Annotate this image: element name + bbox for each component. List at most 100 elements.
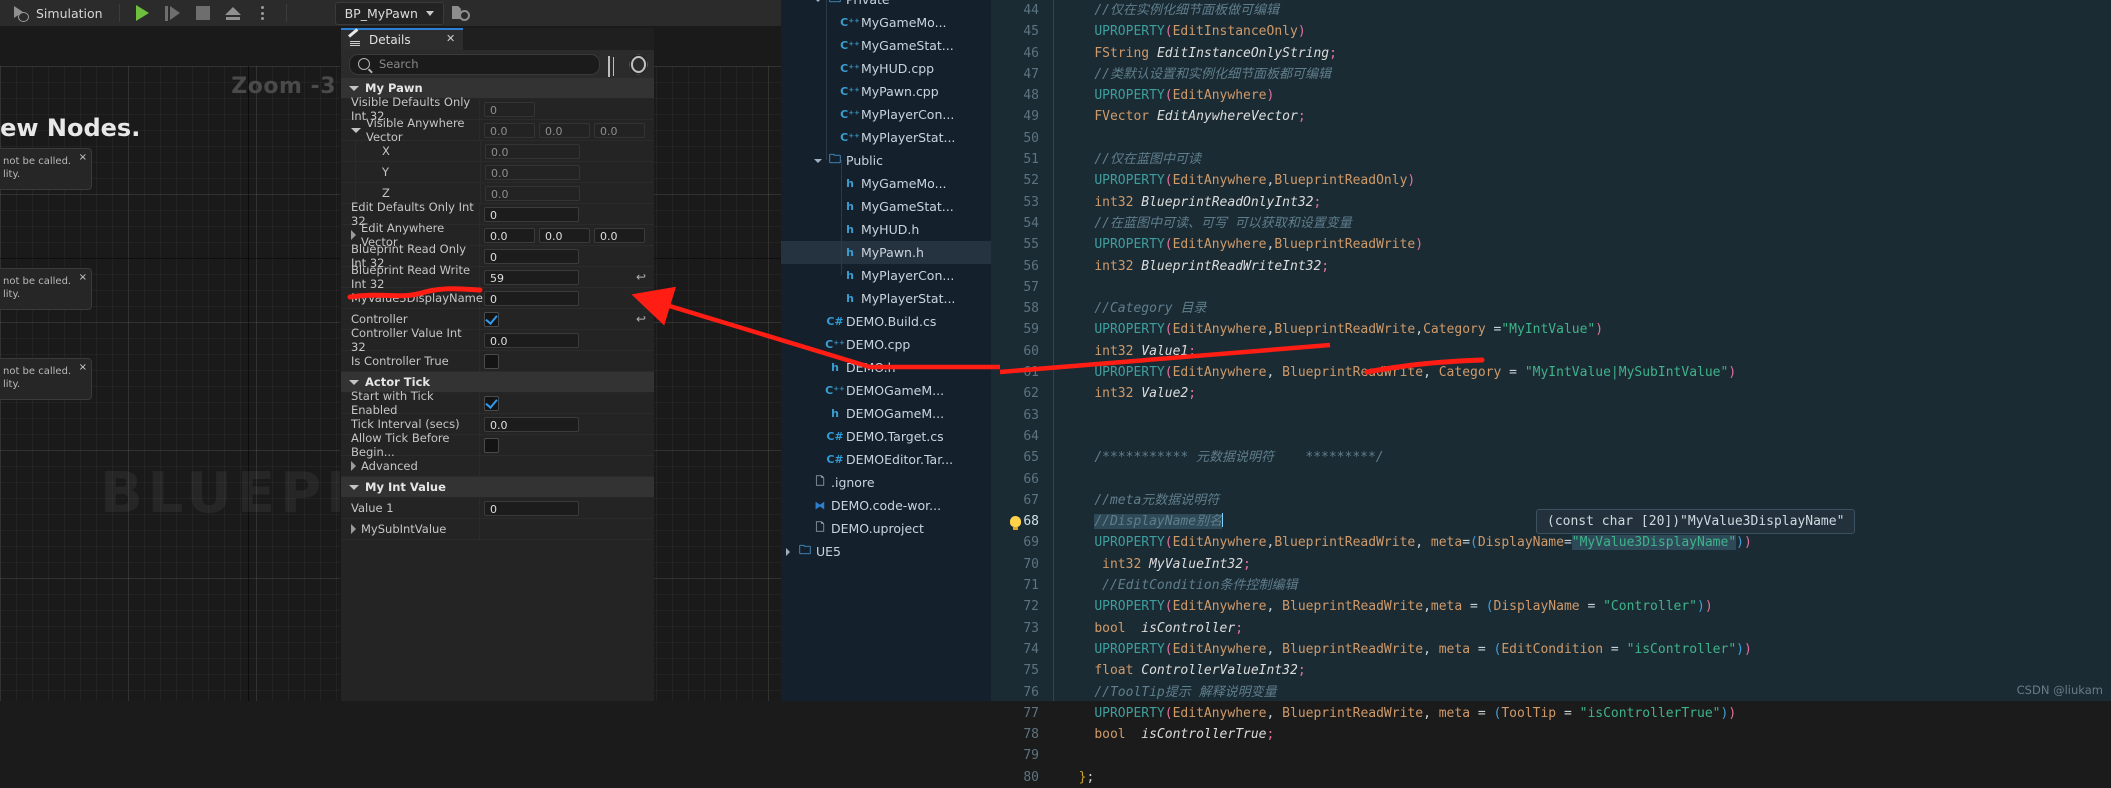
graph-comment-node[interactable]: × not be called. lity. [0,148,92,190]
code-line[interactable] [1063,745,2111,766]
property-row[interactable]: MyValue3DisplayName 0 [341,288,654,309]
vector-component-input[interactable]: 0.0 [539,227,590,243]
details-category-header[interactable]: My Int Value [341,477,654,498]
chevron-right-icon[interactable] [781,547,794,556]
file-tree-item[interactable]: h MyHUD.h [781,218,991,241]
code-line[interactable] [1063,426,2111,447]
code-line[interactable]: FString EditInstanceOnlyString; [1063,43,2111,64]
close-icon[interactable]: × [79,271,87,284]
code-line[interactable]: UPROPERTY(EditAnywhere) [1063,85,2111,106]
chevron-right-icon[interactable] [351,524,356,534]
file-tree-item[interactable]: h DEMO.h [781,356,991,379]
property-row[interactable]: Is Controller True [341,351,654,372]
search-input[interactable] [377,56,591,72]
code-content[interactable]: //仅在实例化细节面板做可编辑 UPROPERTY(EditInstanceOn… [1063,0,2111,785]
property-value-cell[interactable]: 0 [480,248,654,264]
property-value-cell[interactable] [480,437,654,453]
code-line[interactable]: UPROPERTY(EditAnywhere, BlueprintReadWri… [1063,596,2111,617]
file-tree-item[interactable]: h MyPawn.h [781,241,991,264]
stop-button[interactable] [188,2,218,24]
file-tree-item[interactable]: C⁺⁺ MyPlayerCon... [781,103,991,126]
vector-component-input[interactable]: 0.0 [484,122,535,138]
property-value-cell[interactable] [480,353,654,369]
file-tree-item[interactable]: ⧓ DEMO.code-wor... [781,494,991,517]
file-tree-item[interactable]: h MyPlayerCon... [781,264,991,287]
code-line[interactable]: int32 Value1; [1063,341,2111,362]
vector-component-input[interactable]: 0.0 [594,122,645,138]
file-tree-item[interactable]: C⁺⁺ MyHUD.cpp [781,57,991,80]
vector-component-input[interactable]: 0.0 [484,227,535,243]
code-line[interactable]: int32 BlueprintReadWriteInt32; [1063,256,2111,277]
reset-to-default-icon[interactable]: ↩ [636,312,650,326]
number-input[interactable]: 0 [484,248,579,264]
property-row[interactable]: Visible Anywhere Vector 0.0 0.0 0.0 [341,116,654,144]
file-tree-item[interactable]: h MyGameMo... [781,172,991,195]
column-layout-icon[interactable] [608,56,623,77]
number-input[interactable]: 0 [484,290,579,306]
file-tree-item[interactable]: C⁺⁺ DEMOGameM... [781,379,991,402]
property-row[interactable]: Y 0.0 [341,162,654,183]
code-line[interactable]: //ToolTip提示 解释说明变量 [1063,682,2111,703]
code-line[interactable]: //仅在蓝图中可读 [1063,149,2111,170]
property-row[interactable]: Value 1 0 [341,498,654,519]
file-tree-item[interactable]: 🗀 Public [781,149,991,172]
search-box[interactable] [349,53,600,75]
property-value-cell[interactable]: 0 [480,206,654,222]
property-value-cell[interactable] [480,395,654,411]
file-tree-item[interactable]: C# DEMO.Target.cs [781,425,991,448]
file-tree-item[interactable]: C⁺⁺ MyPawn.cpp [781,80,991,103]
property-row[interactable]: X 0.0 [341,141,654,162]
chevron-down-icon[interactable] [351,127,361,133]
number-input[interactable]: 0.0 [484,416,579,432]
code-line[interactable]: UPROPERTY(EditInstanceOnly) [1063,21,2111,42]
details-property-list[interactable]: My Pawn Visible Defaults Only Int 32 0 Visi… [341,78,654,701]
file-tree-item[interactable]: 🗀Private [781,0,991,11]
code-line[interactable]: bool isControllerTrue; [1063,724,2111,745]
code-line[interactable] [1063,405,2111,426]
close-icon[interactable]: × [79,361,87,374]
file-tree-item[interactable]: C# DEMOEditor.Tar... [781,448,991,471]
property-value-cell[interactable]: 0.0 0.0 0.0 [480,227,654,243]
property-row[interactable]: Advanced [341,456,654,477]
code-line[interactable]: bool isController; [1063,618,2111,639]
code-line[interactable]: UPROPERTY(EditAnywhere, BlueprintReadWri… [1063,703,2111,724]
file-tree-item[interactable]: h DEMOGameM... [781,402,991,425]
number-input[interactable]: 0.0 [485,164,580,180]
gear-icon[interactable] [631,55,646,73]
file-explorer[interactable]: 🗀PrivateC⁺⁺MyGameMo...C⁺⁺MyGameStat...C⁺… [781,0,991,701]
lightbulb-icon[interactable] [1010,516,1021,531]
property-row[interactable]: Allow Tick Before Begin... [341,431,654,459]
number-input[interactable]: 0 [484,500,579,516]
simulation-mode-button[interactable]: Simulation [6,2,111,24]
file-tree-item[interactable]: C⁺⁺ MyGameStat... [781,34,991,57]
vector-component-input[interactable]: 0.0 [539,122,590,138]
property-row[interactable]: Controller Value Int 32 0.0 [341,326,654,354]
number-input[interactable]: 0.0 [485,143,580,159]
graph-comment-node[interactable]: × not be called. lity. [0,268,92,310]
property-value-cell[interactable]: 0 [480,101,654,117]
more-options-button[interactable] [248,2,278,24]
number-input[interactable]: 59 [484,269,579,285]
blueprint-selector[interactable]: BP_MyPawn [334,1,444,25]
code-line[interactable]: int32 BlueprintReadOnlyInt32; [1063,192,2111,213]
graph-comment-node[interactable]: × not be called. lity. [0,358,92,400]
code-line[interactable]: FVector EditAnywhereVector; [1063,106,2111,127]
code-line[interactable]: /*********** 元数据说明符 *********/ [1063,447,2111,468]
code-line[interactable]: UPROPERTY(EditAnywhere,BlueprintReadWrit… [1063,532,2111,553]
code-line[interactable]: int32 MyValueInt32; [1063,554,2111,575]
property-value-cell[interactable]: 0.0 [481,185,654,201]
chevron-right-icon[interactable] [351,230,356,240]
property-value-cell[interactable]: 0 [480,500,654,516]
code-line[interactable]: UPROPERTY(EditAnywhere,BlueprintReadOnly… [1063,170,2111,191]
checkbox[interactable] [484,353,499,369]
property-value-cell[interactable]: 0.0 [480,416,654,432]
code-line[interactable]: //仅在实例化细节面板做可编辑 [1063,0,2111,21]
property-value-cell[interactable]: 0.0 [480,332,654,348]
file-tree-item[interactable]: 🗀 UE5 [781,540,991,563]
code-line[interactable]: //meta元数据说明符 [1063,490,2111,511]
close-icon[interactable]: × [79,151,87,164]
property-value-cell[interactable]: ↩ [480,311,654,327]
tab-details[interactable]: Details [341,28,463,50]
code-line[interactable]: //Category 目录 [1063,298,2111,319]
file-tree-item[interactable]: h MyGameStat... [781,195,991,218]
